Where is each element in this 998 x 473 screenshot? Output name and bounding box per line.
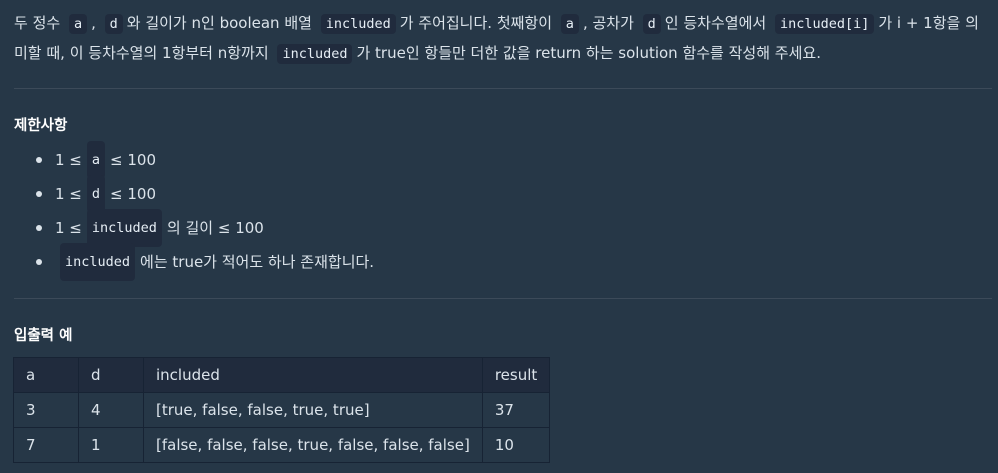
text-segment: 가 true인 항들만 더한 값을 return 하는 solution 함수를… <box>356 44 821 62</box>
constraints-heading: 제한사항 <box>14 118 68 134</box>
text-segment: ≤ 100 <box>110 185 156 203</box>
divider <box>14 88 992 89</box>
cell-result: 10 <box>481 427 551 463</box>
inline-code: included <box>277 44 353 64</box>
bullet-icon <box>36 259 42 265</box>
column-header-included: included <box>143 357 483 393</box>
text-segment: 미할 때, 이 등차수열의 1항부터 n항까지 <box>14 44 274 62</box>
constraint-item: 1 ≤ a ≤ 100 <box>14 141 374 179</box>
text-segment: , 공차가 <box>582 14 639 32</box>
text-segment: 1 ≤ <box>55 185 82 203</box>
problem-statement: 두 정수 a, d와 길이가 n인 boolean 배열 included 가 주… <box>14 8 998 68</box>
examples-heading: 입출력 예 <box>14 328 73 344</box>
text-segment: 1 ≤ <box>55 219 82 237</box>
bullet-icon <box>36 157 42 163</box>
examples-table: a d included result 3 4 [true, false, fa… <box>13 357 551 463</box>
table-header-row: a d included result <box>13 357 551 393</box>
cell-a: 7 <box>13 427 79 463</box>
text-segment: ≤ 100 <box>110 151 156 169</box>
problem-description: 두 정수 a, d와 길이가 n인 boolean 배열 included 가 주… <box>0 0 998 473</box>
cell-result: 37 <box>481 392 551 428</box>
statement-line-2: 미할 때, 이 등차수열의 1항부터 n항까지 included 가 true인 … <box>14 38 998 68</box>
cell-d: 1 <box>78 427 144 463</box>
constraint-item: 1 ≤ d ≤ 100 <box>14 175 374 213</box>
inline-code: included[i] <box>774 14 875 34</box>
bullet-icon <box>36 225 42 231</box>
table-row: 3 4 [true, false, false, true, true] 37 <box>13 392 551 428</box>
inline-code: a <box>68 14 88 34</box>
cell-d: 4 <box>78 392 144 428</box>
cell-a: 3 <box>13 392 79 428</box>
text-segment: 에는 true가 적어도 하나 존재합니다. <box>140 253 375 271</box>
text-segment: 인 등차수열에서 <box>664 14 771 32</box>
constraint-item: 1 ≤ included 의 길이 ≤ 100 <box>14 209 374 247</box>
inline-code: included <box>60 243 136 281</box>
text-segment: 두 정수 <box>14 14 65 32</box>
inline-code: a <box>86 141 106 179</box>
statement-line-1: 두 정수 a, d와 길이가 n인 boolean 배열 included 가 주… <box>14 8 998 38</box>
cell-included: [false, false, false, true, false, false… <box>143 427 483 463</box>
text-segment: 와 길이가 n인 boolean 배열 <box>126 14 317 32</box>
text-segment: 1 ≤ <box>55 151 82 169</box>
constraint-item: included 에는 true가 적어도 하나 존재합니다. <box>14 243 375 281</box>
text-segment: 가 i + 1항을 의 <box>878 14 979 32</box>
bullet-icon <box>36 191 42 197</box>
cell-included: [true, false, false, true, true] <box>143 392 483 428</box>
column-header-d: d <box>78 357 144 393</box>
text-segment: , <box>91 14 101 32</box>
divider <box>14 298 992 299</box>
inline-code: d <box>104 14 123 34</box>
inline-code: d <box>86 175 106 213</box>
constraints-list: 1 ≤ a ≤ 100 1 ≤ d ≤ 100 1 ≤ included 의 길이 ≤… <box>14 141 375 281</box>
column-header-a: a <box>13 357 79 393</box>
text-segment: 가 주어집니다. 첫째항이 <box>399 14 557 32</box>
table-row: 7 1 [false, false, false, true, false, f… <box>13 427 551 463</box>
column-header-result: result <box>481 357 551 393</box>
inline-code: included <box>86 209 162 247</box>
text-segment: 의 길이 ≤ 100 <box>166 219 264 237</box>
inline-code: included <box>320 14 396 34</box>
inline-code: d <box>642 14 661 34</box>
inline-code: a <box>560 14 579 34</box>
